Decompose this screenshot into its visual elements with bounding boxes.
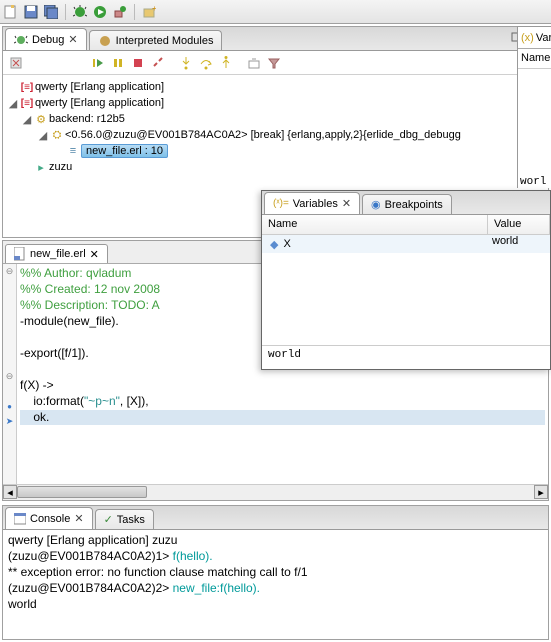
stackframe-icon: ≡ bbox=[65, 145, 81, 157]
console-tab-strip: Console ✕ ✓ Tasks bbox=[3, 506, 548, 530]
erlang-app-icon: [≡] bbox=[19, 82, 35, 93]
module-icon bbox=[98, 34, 112, 48]
variables-table-header: Name Value bbox=[262, 215, 550, 235]
use-step-filters-icon[interactable] bbox=[265, 54, 283, 72]
tree-item-stackframe[interactable]: ≡ new_file.erl : 10 bbox=[3, 143, 548, 159]
node-icon: ▸ bbox=[33, 161, 49, 174]
step-over-icon[interactable] bbox=[197, 54, 215, 72]
debug-icon[interactable] bbox=[71, 3, 89, 21]
tab-debug-label: Debug bbox=[32, 34, 64, 46]
close-icon[interactable]: ✕ bbox=[90, 248, 99, 261]
current-line-icon: ➤ bbox=[6, 416, 14, 427]
process-icon: ⛭ bbox=[49, 129, 65, 142]
tab-console[interactable]: Console ✕ bbox=[5, 507, 93, 529]
tab-interpreted-modules[interactable]: Interpreted Modules bbox=[89, 30, 223, 50]
tab-breakpoints[interactable]: ◉ Breakpoints bbox=[362, 194, 452, 214]
variables-tab-strip: (ˣ)= Variables ✕ ◉ Breakpoints bbox=[262, 191, 550, 215]
variables-table[interactable]: ◆X world bbox=[262, 235, 550, 345]
console-text[interactable]: qwerty [Erlang application] zuzu (zuzu@E… bbox=[3, 530, 548, 639]
tree-item-app[interactable]: ◢ [≡] qwerty [Erlang application] bbox=[3, 95, 548, 111]
tab-debug[interactable]: Debug ✕ bbox=[5, 28, 87, 50]
suspend-icon[interactable] bbox=[109, 54, 127, 72]
ide-toolbar: + bbox=[0, 0, 551, 24]
drop-to-frame-icon[interactable] bbox=[245, 54, 263, 72]
breakpoint-icon[interactable]: ● bbox=[7, 402, 12, 411]
breakpoints-icon: ◉ bbox=[371, 198, 381, 211]
editor-tab-newfile[interactable]: new_file.erl ✕ bbox=[5, 244, 108, 263]
horizontal-scrollbar[interactable]: ◂ ▸ bbox=[3, 484, 548, 500]
tab-tasks[interactable]: ✓ Tasks bbox=[95, 509, 154, 529]
variables-icon: (ˣ)= bbox=[273, 198, 289, 209]
console-icon bbox=[14, 513, 26, 525]
step-return-icon[interactable] bbox=[217, 54, 235, 72]
tree-item-node[interactable]: ▸ zuzu bbox=[3, 159, 548, 175]
resume-icon[interactable] bbox=[89, 54, 107, 72]
tasks-icon: ✓ bbox=[104, 513, 113, 526]
scroll-right-icon[interactable]: ▸ bbox=[534, 485, 548, 499]
scroll-thumb[interactable] bbox=[17, 486, 147, 498]
fold-collapse-icon[interactable]: ⊖ bbox=[6, 371, 14, 382]
remove-terminated-icon[interactable] bbox=[7, 54, 25, 72]
variables-icon: (x) bbox=[521, 32, 534, 44]
variable-row[interactable]: ◆X world bbox=[262, 235, 550, 253]
debug-toolbar bbox=[3, 51, 548, 75]
collapse-icon[interactable]: ◢ bbox=[21, 113, 33, 126]
save-all-icon[interactable] bbox=[42, 3, 60, 21]
disconnect-icon[interactable] bbox=[149, 54, 167, 72]
debug-tab-strip: Debug ✕ Interpreted Modules bbox=[3, 27, 548, 51]
column-header-value[interactable]: Value bbox=[488, 215, 550, 234]
column-header-name-partial[interactable]: Name bbox=[518, 49, 551, 69]
close-icon[interactable]: ✕ bbox=[342, 197, 351, 210]
tree-item-terminated-app[interactable]: [≡] qwerty [Erlang application] bbox=[3, 79, 548, 95]
tree-item-backend[interactable]: ◢ ⚙ backend: r12b5 bbox=[3, 111, 548, 127]
terminate-icon[interactable] bbox=[129, 54, 147, 72]
step-into-icon[interactable] bbox=[177, 54, 195, 72]
value-fragment: worl bbox=[518, 176, 551, 188]
svg-text:+: + bbox=[152, 5, 156, 13]
erl-file-icon bbox=[14, 247, 26, 261]
tab-modules-label: Interpreted Modules bbox=[116, 35, 214, 47]
tab-variables[interactable]: (ˣ)= Variables ✕ bbox=[264, 192, 360, 214]
bug-icon bbox=[14, 33, 28, 47]
column-header-name[interactable]: Name bbox=[262, 215, 488, 234]
scroll-left-icon[interactable]: ◂ bbox=[3, 485, 17, 499]
tab-variables-partial[interactable]: (x) Var bbox=[518, 27, 551, 49]
collapse-icon[interactable]: ◢ bbox=[7, 97, 19, 110]
fold-collapse-icon[interactable]: ⊖ bbox=[6, 266, 14, 277]
new-package-icon[interactable]: + bbox=[140, 3, 158, 21]
backend-icon: ⚙ bbox=[33, 113, 49, 126]
close-icon[interactable]: ✕ bbox=[68, 33, 77, 46]
editor-gutter[interactable]: ⊖ ⊖ ● ➤ bbox=[3, 264, 17, 484]
collapse-icon[interactable]: ◢ bbox=[37, 129, 49, 142]
variable-icon: ◆ bbox=[270, 238, 278, 251]
variables-panel: (ˣ)= Variables ✕ ◉ Breakpoints Name Valu… bbox=[261, 190, 551, 370]
variable-detail: world bbox=[262, 345, 550, 369]
erlang-app-icon: [≡] bbox=[19, 98, 35, 109]
tree-item-process[interactable]: ◢ ⛭ <0.56.0@zuzu@EV001B784AC0A2> [break]… bbox=[3, 127, 548, 143]
right-partial-variables-view: (x) Var Name worl bbox=[517, 26, 551, 188]
save-icon[interactable] bbox=[22, 3, 40, 21]
console-area: Console ✕ ✓ Tasks qwerty [Erlang applica… bbox=[2, 505, 549, 640]
close-icon[interactable]: ✕ bbox=[74, 512, 83, 525]
new-menu-icon[interactable] bbox=[2, 3, 20, 21]
run-icon[interactable] bbox=[91, 3, 109, 21]
launch-icon[interactable] bbox=[111, 3, 129, 21]
